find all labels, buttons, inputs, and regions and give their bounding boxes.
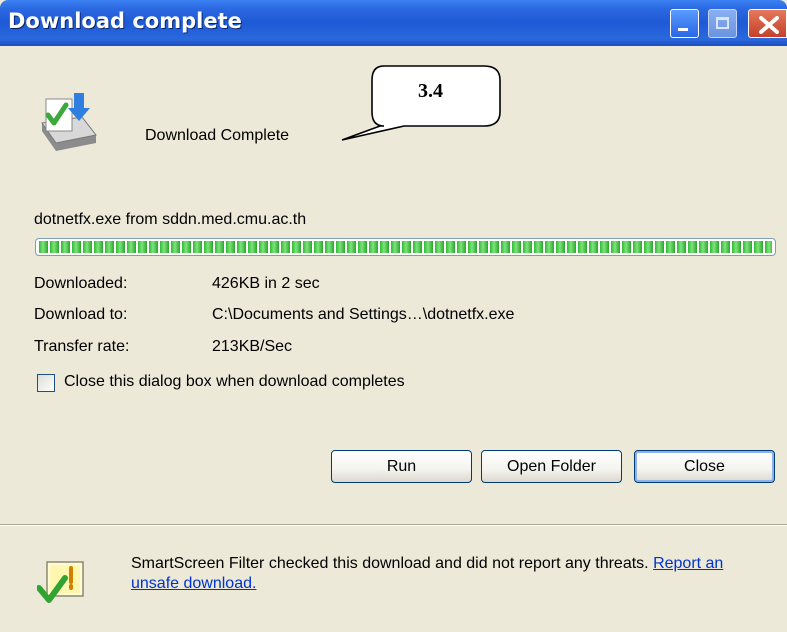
callout-bubble — [341, 65, 501, 141]
file-source: dotnetfx.exe from sddn.med.cmu.ac.th — [34, 211, 307, 228]
separator — [0, 524, 787, 526]
smartscreen-notice: SmartScreen Filter checked this download… — [131, 554, 751, 594]
run-button[interactable]: Run — [331, 450, 472, 483]
callout-label: 3.4 — [418, 80, 443, 102]
status-title: Download Complete — [145, 127, 290, 144]
close-icon — [759, 16, 779, 34]
transfer-rate-value: 213KB/Sec — [212, 338, 293, 355]
download-progress-bar — [35, 238, 776, 256]
download-to-value: C:\Documents and Settings…\dotnetfx.exe — [212, 306, 515, 323]
maximize-button[interactable] — [708, 9, 737, 38]
transfer-rate-label: Transfer rate: — [34, 338, 130, 355]
close-on-complete-label[interactable]: Close this dialog box when download comp… — [64, 373, 405, 391]
close-on-complete-checkbox[interactable] — [37, 374, 55, 392]
downloaded-label: Downloaded: — [34, 275, 128, 292]
window-title: Download complete — [8, 9, 242, 33]
minimize-button[interactable] — [670, 9, 699, 38]
smartscreen-message: SmartScreen Filter checked this download… — [131, 555, 649, 572]
smartscreen-shield-icon — [36, 560, 87, 611]
progress-fill — [39, 241, 772, 253]
download-complete-icon — [36, 93, 102, 160]
download-to-label: Download to: — [34, 306, 128, 323]
close-button[interactable]: Close — [634, 450, 775, 483]
title-bar[interactable]: Download complete — [0, 0, 787, 46]
close-window-button[interactable] — [748, 9, 787, 38]
open-folder-button[interactable]: Open Folder — [481, 450, 622, 483]
downloaded-value: 426KB in 2 sec — [212, 275, 320, 292]
